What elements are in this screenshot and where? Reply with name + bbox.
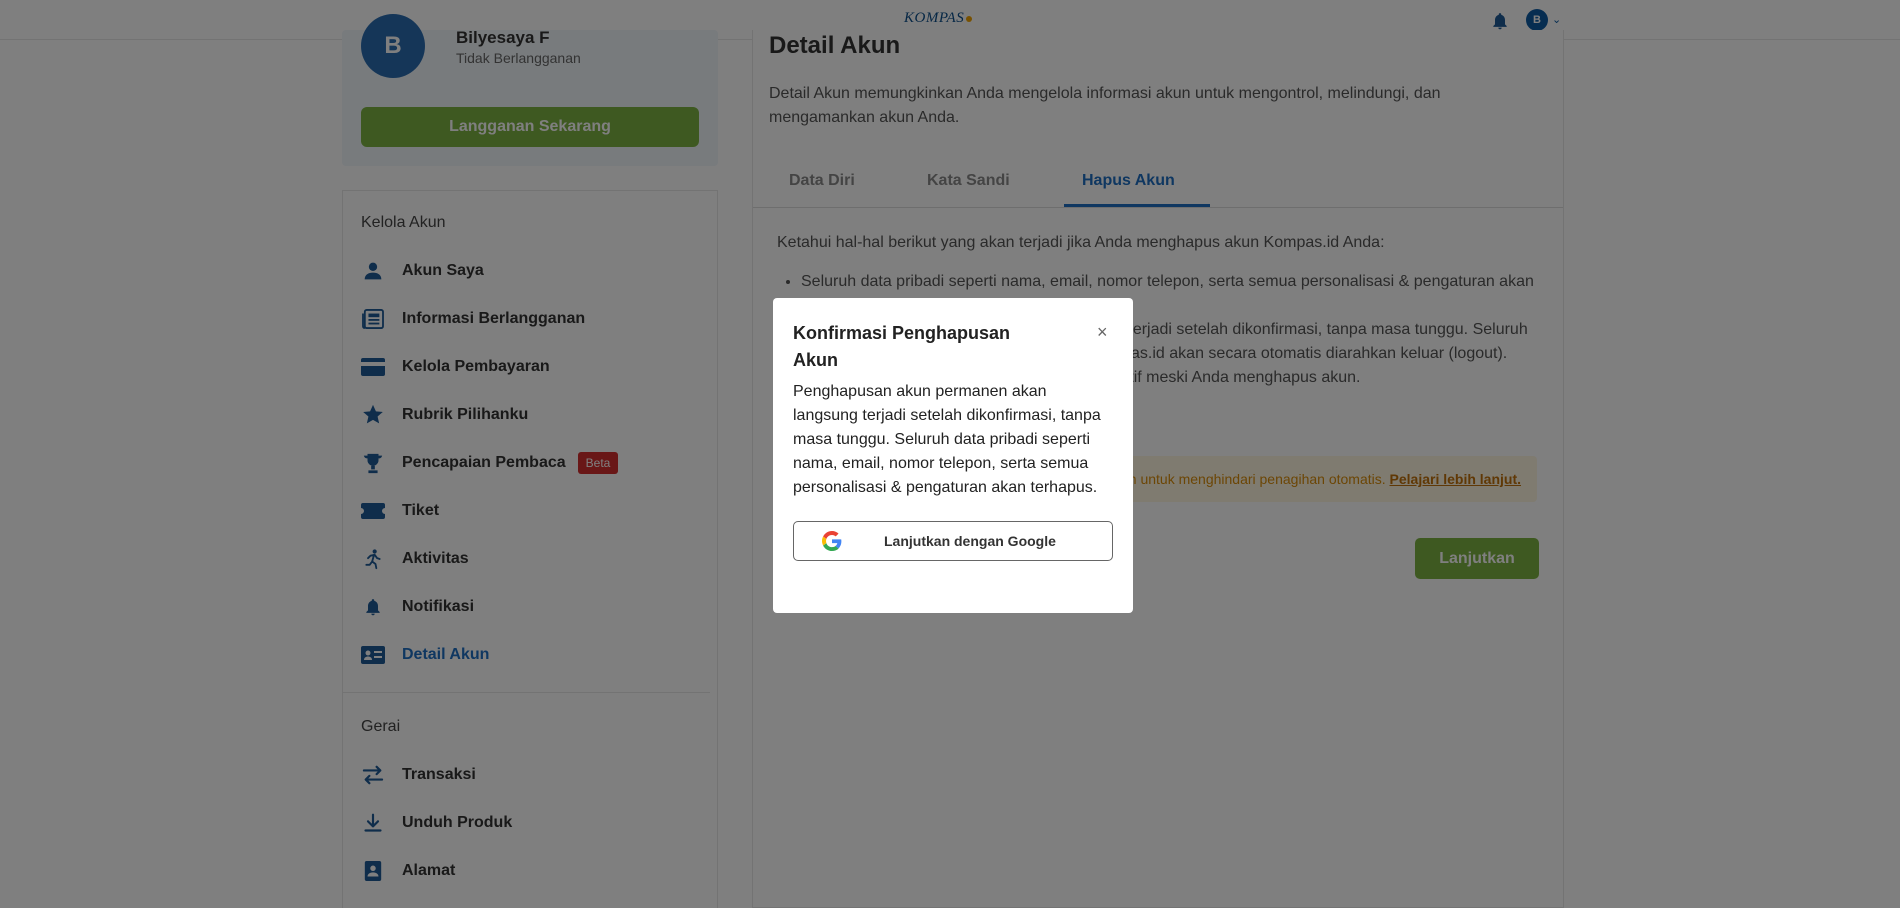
close-icon[interactable]: × [1097,322,1108,343]
google-button-label: Lanjutkan dengan Google [884,533,1056,549]
continue-with-google-button[interactable]: Lanjutkan dengan Google [793,521,1113,561]
delete-confirmation-modal: Konfirmasi Penghapusan Akun × Penghapusa… [773,298,1133,613]
google-icon [822,531,842,551]
modal-title: Konfirmasi Penghapusan Akun [793,323,1011,370]
modal-body-text: Penghapusan akun permanen akan langsung … [793,383,1101,496]
